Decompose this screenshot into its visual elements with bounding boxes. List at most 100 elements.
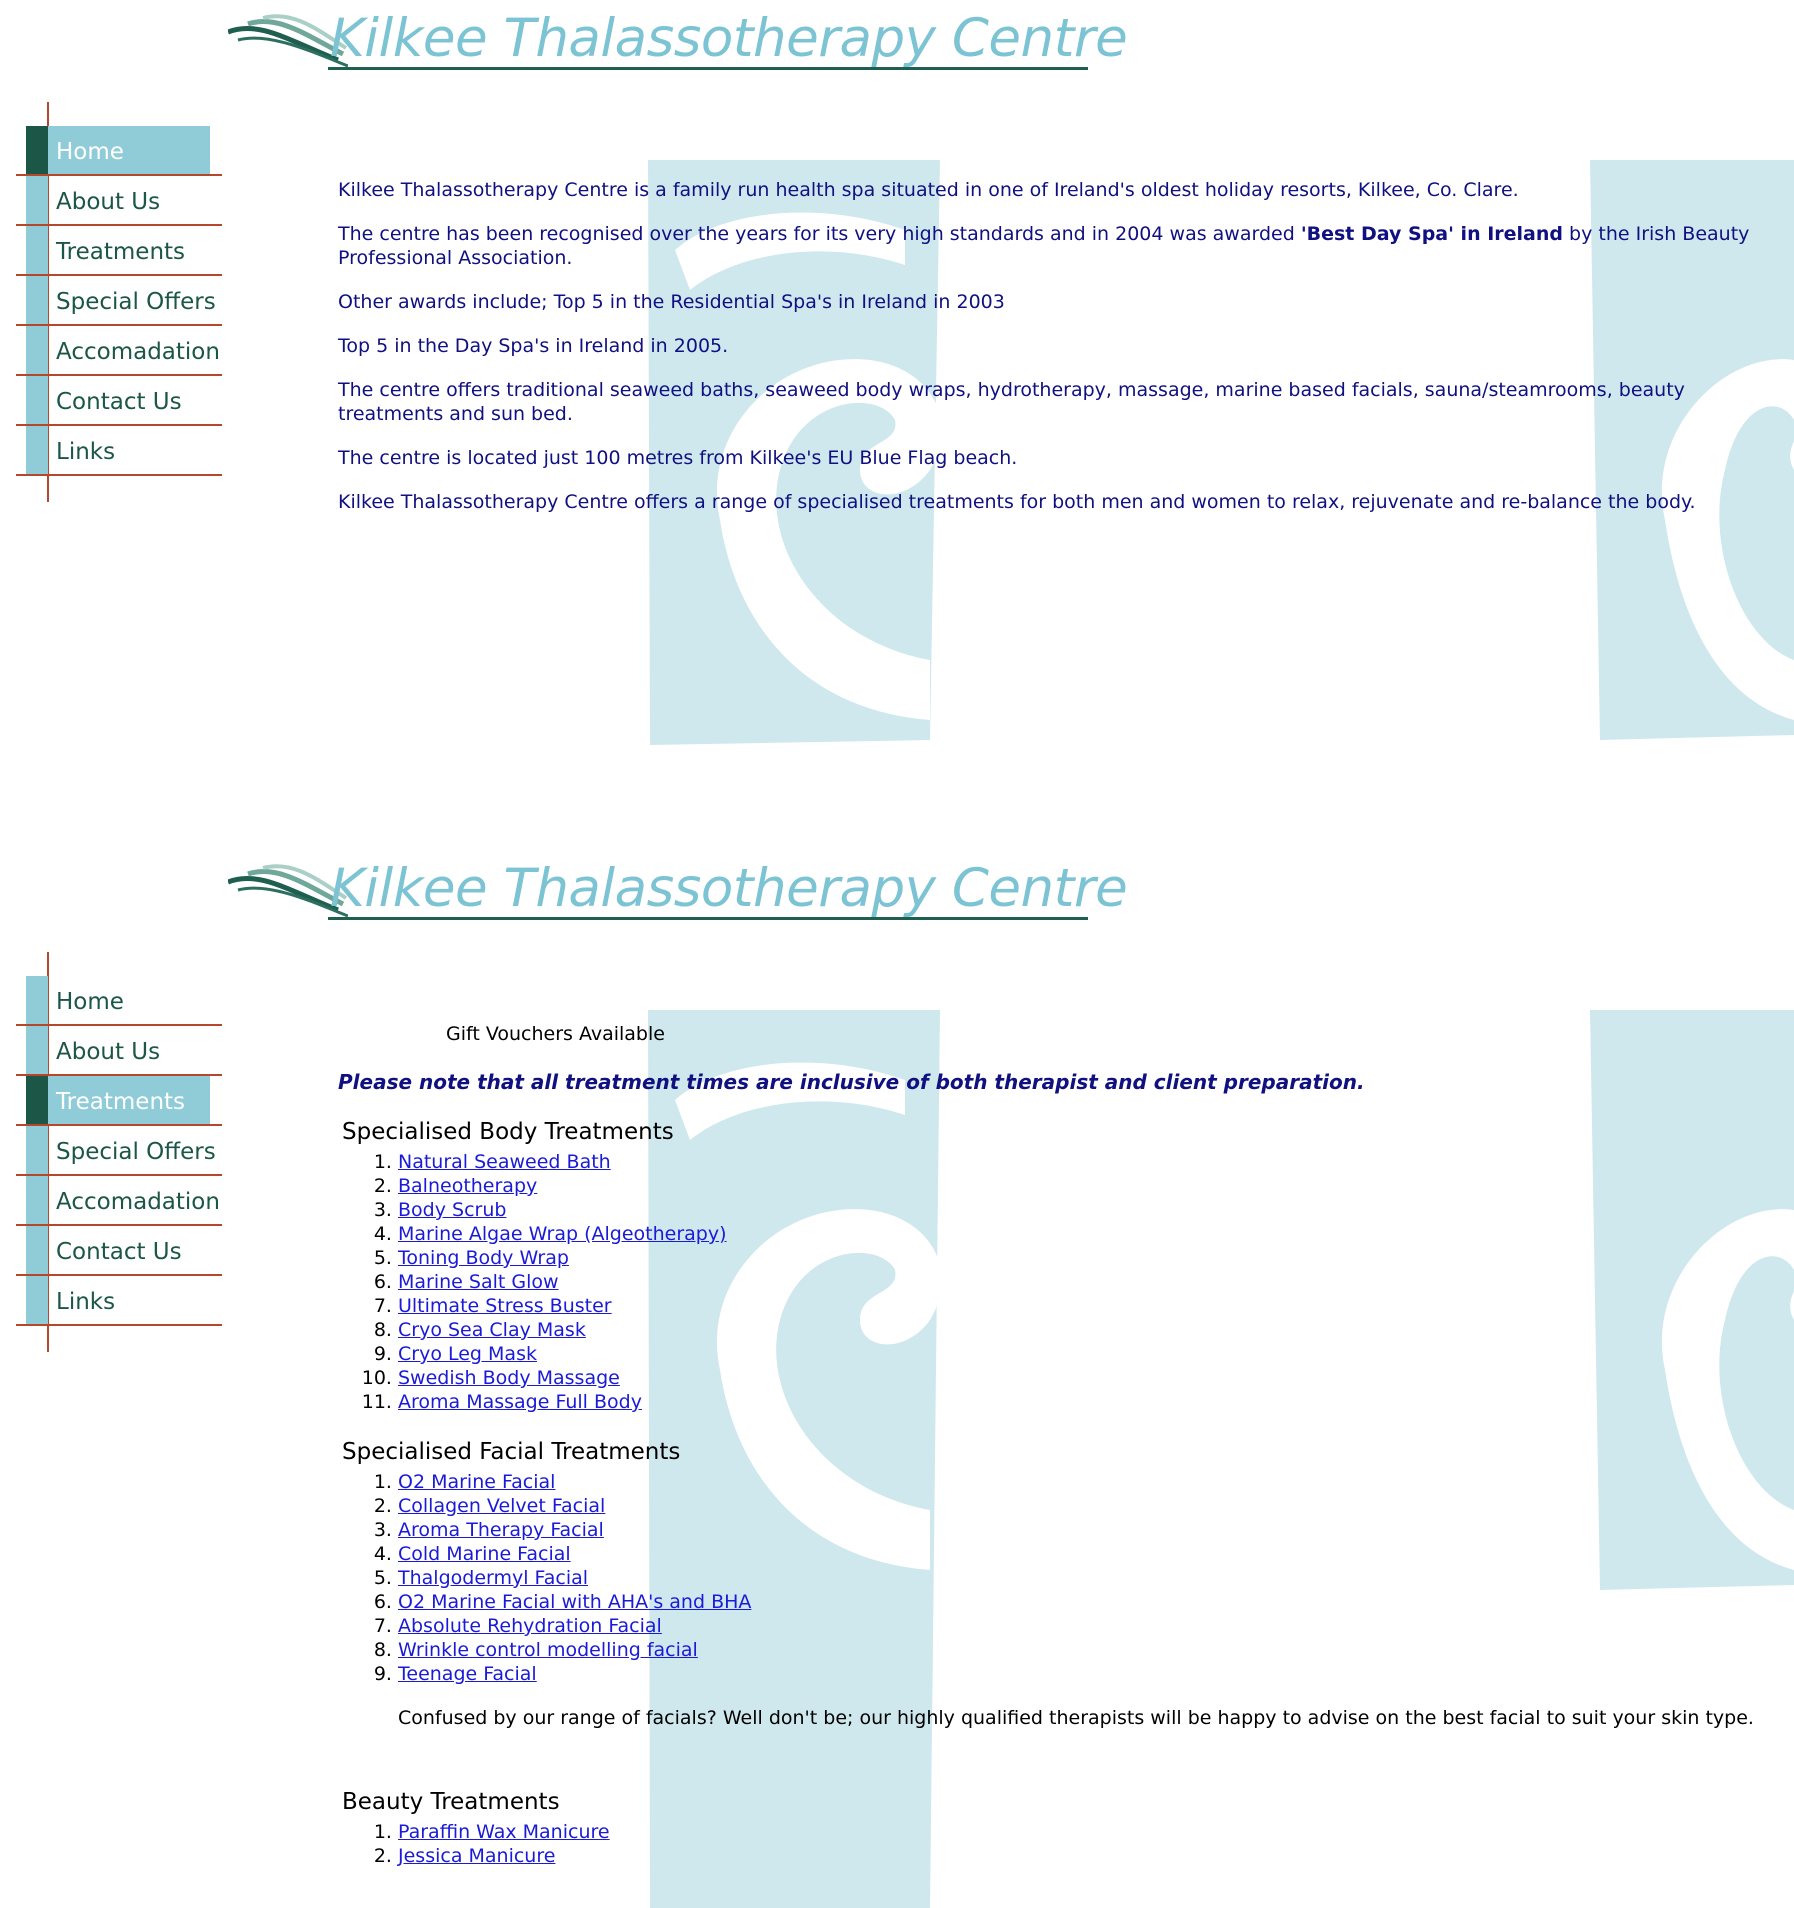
- treatment-link[interactable]: O2 Marine Facial with AHA's and BHA: [398, 1591, 751, 1613]
- nav-label: Accomadation: [56, 1189, 220, 1215]
- list-item: Marine Salt Glow: [398, 1270, 1758, 1294]
- treatments-content: Gift Vouchers Available Please note that…: [338, 1022, 1758, 1894]
- preparation-note: Please note that all treatment times are…: [338, 1070, 1365, 1094]
- beauty-treatments-list: Paraffin Wax Manicure Jessica Manicure: [338, 1820, 1758, 1868]
- nav-label: Special Offers: [56, 289, 216, 315]
- home-content: Kilkee Thalassotherapy Centre is a famil…: [338, 178, 1758, 534]
- treatment-link[interactable]: Marine Algae Wrap (Algeotherapy): [398, 1223, 727, 1245]
- list-item: Cryo Leg Mask: [398, 1342, 1758, 1366]
- nav-item-home[interactable]: Home: [16, 126, 222, 176]
- nav-label: Home: [56, 989, 124, 1015]
- list-item: Natural Seaweed Bath: [398, 1150, 1758, 1174]
- intro-paragraph: Kilkee Thalassotherapy Centre is a famil…: [338, 179, 1519, 201]
- body-treatments-heading: Specialised Body Treatments: [342, 1119, 674, 1145]
- treatment-link[interactable]: Absolute Rehydration Facial: [398, 1615, 662, 1637]
- treatment-link[interactable]: Natural Seaweed Bath: [398, 1151, 611, 1173]
- nav-label: Contact Us: [56, 389, 182, 415]
- treatment-link[interactable]: Wrinkle control modelling facial: [398, 1639, 698, 1661]
- list-item: Absolute Rehydration Facial: [398, 1614, 1758, 1638]
- nav-item-links[interactable]: Links: [16, 426, 222, 476]
- list-item: Collagen Velvet Facial: [398, 1494, 1758, 1518]
- nav-item-treatments[interactable]: Treatments: [16, 226, 222, 276]
- list-item: Ultimate Stress Buster: [398, 1294, 1758, 1318]
- nav-item-special-offers[interactable]: Special Offers: [16, 276, 222, 326]
- award-highlight: 'Best Day Spa' in Ireland: [1300, 223, 1563, 245]
- list-item: Thalgodermyl Facial: [398, 1566, 1758, 1590]
- nav-label: Contact Us: [56, 1239, 182, 1265]
- top5-paragraph: Top 5 in the Day Spa's in Ireland in 200…: [338, 335, 729, 357]
- nav-label: About Us: [56, 189, 161, 215]
- list-item: Toning Body Wrap: [398, 1246, 1758, 1270]
- nav-item-about[interactable]: About Us: [16, 1026, 222, 1076]
- nav-item-accomadation[interactable]: Accomadation: [16, 326, 222, 376]
- treatment-link[interactable]: Swedish Body Massage: [398, 1367, 620, 1389]
- logo-underline: [328, 917, 1088, 920]
- treatment-link[interactable]: O2 Marine Facial: [398, 1471, 555, 1493]
- list-item: O2 Marine Facial with AHA's and BHA: [398, 1590, 1758, 1614]
- list-item: Marine Algae Wrap (Algeotherapy): [398, 1222, 1758, 1246]
- treatment-link[interactable]: Cryo Sea Clay Mask: [398, 1319, 586, 1341]
- nav-label: About Us: [56, 1039, 161, 1065]
- list-item: O2 Marine Facial: [398, 1470, 1758, 1494]
- home-page: Kilkee Thalassotherapy Centre Home About…: [0, 0, 1794, 850]
- gift-vouchers-text: Gift Vouchers Available: [446, 1023, 665, 1045]
- side-nav: Home About Us Treatments Special Offers: [16, 952, 222, 1352]
- list-item: Teenage Facial: [398, 1662, 1758, 1686]
- site-logo[interactable]: Kilkee Thalassotherapy Centre: [228, 858, 1128, 924]
- body-treatments-list: Natural Seaweed Bath Balneotherapy Body …: [338, 1150, 1758, 1414]
- site-title: Kilkee Thalassotherapy Centre: [330, 858, 1128, 919]
- facial-treatments-list: O2 Marine Facial Collagen Velvet Facial …: [338, 1470, 1758, 1686]
- nav-item-links[interactable]: Links: [16, 1276, 222, 1326]
- award-text-pre: The centre has been recognised over the …: [338, 223, 1301, 245]
- list-item: Paraffin Wax Manicure: [398, 1820, 1758, 1844]
- range-paragraph: Kilkee Thalassotherapy Centre offers a r…: [338, 491, 1696, 513]
- treatments-page: Kilkee Thalassotherapy Centre Home About…: [0, 850, 1794, 1908]
- list-item: Cryo Sea Clay Mask: [398, 1318, 1758, 1342]
- nav-item-special-offers[interactable]: Special Offers: [16, 1126, 222, 1176]
- treatment-link[interactable]: Aroma Therapy Facial: [398, 1519, 604, 1541]
- nav-item-treatments[interactable]: Treatments: [16, 1076, 222, 1126]
- nav-item-contact[interactable]: Contact Us: [16, 376, 222, 426]
- treatment-link[interactable]: Jessica Manicure: [398, 1845, 555, 1867]
- list-item: Aroma Massage Full Body: [398, 1390, 1758, 1414]
- list-item: Wrinkle control modelling facial: [398, 1638, 1758, 1662]
- site-logo[interactable]: Kilkee Thalassotherapy Centre: [228, 8, 1128, 74]
- list-item: Swedish Body Massage: [398, 1366, 1758, 1390]
- treatment-link[interactable]: Cold Marine Facial: [398, 1543, 571, 1565]
- nav-item-accomadation[interactable]: Accomadation: [16, 1176, 222, 1226]
- other-awards-paragraph: Other awards include; Top 5 in the Resid…: [338, 291, 1005, 313]
- nav-item-contact[interactable]: Contact Us: [16, 1226, 222, 1276]
- list-item: Body Scrub: [398, 1198, 1758, 1222]
- nav-label: Home: [56, 139, 124, 165]
- services-paragraph: The centre offers traditional seaweed ba…: [338, 379, 1685, 425]
- treatment-link[interactable]: Aroma Massage Full Body: [398, 1391, 642, 1413]
- nav-item-about[interactable]: About Us: [16, 176, 222, 226]
- facial-treatments-heading: Specialised Facial Treatments: [342, 1439, 681, 1465]
- treatment-link[interactable]: Ultimate Stress Buster: [398, 1295, 612, 1317]
- logo-underline: [328, 67, 1088, 70]
- nav-label: Treatments: [56, 239, 186, 265]
- treatment-link[interactable]: Toning Body Wrap: [398, 1247, 569, 1269]
- treatment-link[interactable]: Thalgodermyl Facial: [398, 1567, 588, 1589]
- treatment-link[interactable]: Marine Salt Glow: [398, 1271, 559, 1293]
- treatment-link[interactable]: Balneotherapy: [398, 1175, 537, 1197]
- treatment-link[interactable]: Body Scrub: [398, 1199, 506, 1221]
- nav-label: Links: [56, 1289, 116, 1315]
- facial-advice-text: Confused by our range of facials? Well d…: [398, 1707, 1754, 1729]
- nav-label: Treatments: [56, 1089, 186, 1115]
- location-paragraph: The centre is located just 100 metres fr…: [338, 447, 1018, 469]
- list-item: Jessica Manicure: [398, 1844, 1758, 1868]
- nav-label: Special Offers: [56, 1139, 216, 1165]
- list-item: Aroma Therapy Facial: [398, 1518, 1758, 1542]
- award-paragraph: The centre has been recognised over the …: [338, 222, 1758, 270]
- beauty-treatments-heading: Beauty Treatments: [342, 1789, 560, 1815]
- list-item: Cold Marine Facial: [398, 1542, 1758, 1566]
- nav-item-home[interactable]: Home: [16, 976, 222, 1026]
- nav-label: Links: [56, 439, 116, 465]
- list-item: Balneotherapy: [398, 1174, 1758, 1198]
- side-nav: Home About Us Treatments Special Offers: [16, 102, 222, 502]
- treatment-link[interactable]: Cryo Leg Mask: [398, 1343, 537, 1365]
- treatment-link[interactable]: Paraffin Wax Manicure: [398, 1821, 610, 1843]
- treatment-link[interactable]: Teenage Facial: [398, 1663, 537, 1685]
- treatment-link[interactable]: Collagen Velvet Facial: [398, 1495, 605, 1517]
